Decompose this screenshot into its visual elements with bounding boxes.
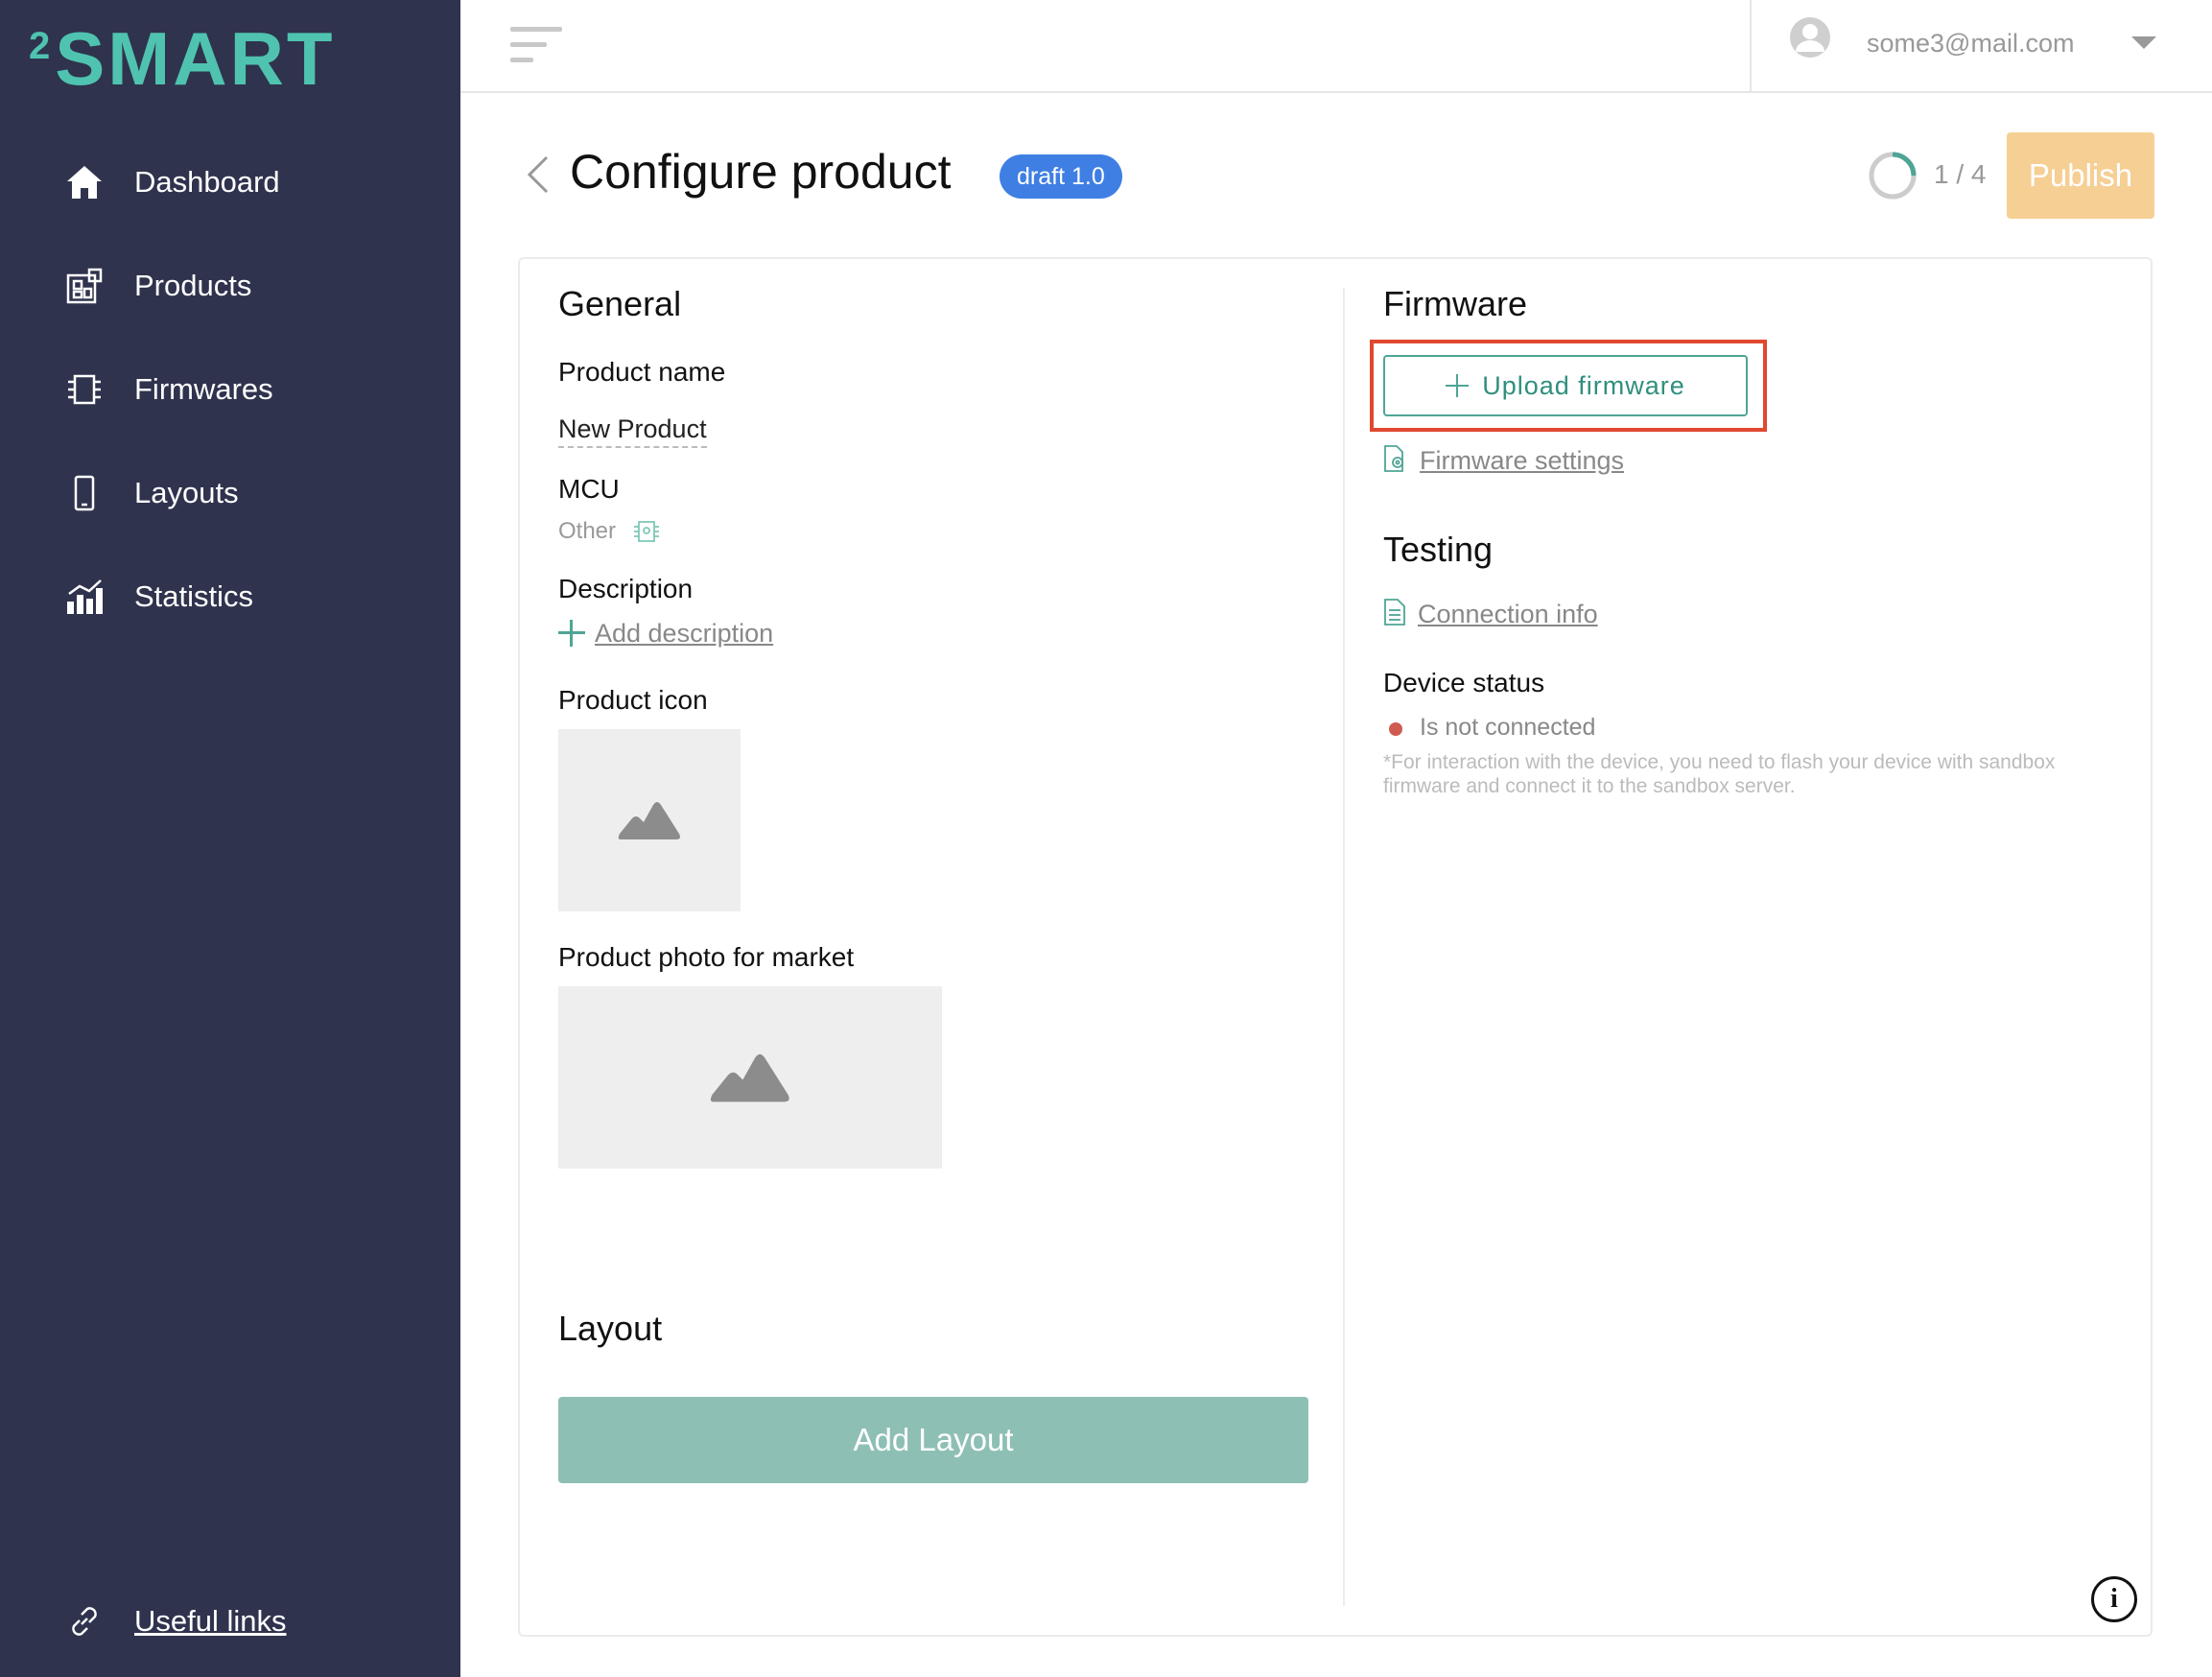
topbar: some3@mail.com (460, 0, 2212, 93)
plus-icon (1446, 374, 1470, 397)
testing-title: Testing (1383, 530, 1494, 569)
description-label: Description (558, 574, 694, 603)
sidebar: 2SMART Dashboard Products Firmwares Layo… (0, 0, 460, 1677)
general-title: General (558, 284, 682, 323)
add-layout-button[interactable]: Add Layout (558, 1397, 1308, 1483)
settings-file-icon (1383, 444, 1408, 478)
sidebar-item-label: Products (134, 269, 252, 302)
upload-firmware-button[interactable]: Upload firmware (1383, 355, 1748, 416)
status-dot-icon (1389, 722, 1402, 736)
upload-firmware-label: Upload firmware (1482, 370, 1685, 400)
link-icon (65, 1602, 104, 1641)
sidebar-item-label: Dashboard (134, 165, 280, 199)
device-status-value: Is not connected (1420, 714, 1596, 741)
product-photo-label: Product photo for market (558, 942, 855, 972)
firmware-settings-label: Firmware settings (1420, 445, 1625, 475)
useful-links-label: Useful links (134, 1604, 287, 1638)
sidebar-item-label: Firmwares (134, 372, 273, 406)
product-name-label: Product name (558, 357, 726, 387)
chip-icon (65, 370, 104, 409)
image-placeholder-icon (618, 802, 680, 839)
connection-info-link[interactable]: Connection info (1383, 595, 1598, 633)
useful-links[interactable]: Useful links (0, 1583, 460, 1660)
column-divider (1343, 288, 1345, 1606)
add-description-link[interactable]: Add description (558, 616, 773, 650)
chevron-down-icon[interactable] (2131, 36, 2156, 49)
progress-counter: 1 / 4 (1934, 159, 1987, 189)
menu-toggle-icon[interactable] (510, 27, 564, 65)
device-status-note: *For interaction with the device, you ne… (1383, 751, 2056, 797)
layout-title: Layout (558, 1309, 663, 1348)
bar-chart-icon (65, 578, 104, 616)
mcu-label: MCU (558, 474, 620, 504)
mcu-value: Other (558, 518, 617, 544)
products-icon (65, 267, 104, 305)
user-menu[interactable]: some3@mail.com (1750, 0, 2212, 93)
sidebar-item-dashboard[interactable]: Dashboard (0, 144, 460, 221)
device-status-label: Device status (1383, 668, 1545, 697)
sidebar-item-label: Layouts (134, 476, 239, 509)
product-icon-label: Product icon (558, 685, 708, 715)
back-icon[interactable] (524, 154, 553, 196)
logo[interactable]: 2SMART (29, 21, 336, 96)
sidebar-item-layouts[interactable]: Layouts (0, 455, 460, 531)
sidebar-item-label: Statistics (134, 579, 254, 613)
firmware-settings-link[interactable]: Firmware settings (1383, 441, 1624, 480)
sidebar-item-statistics[interactable]: Statistics (0, 558, 460, 635)
avatar-icon (1790, 17, 1830, 58)
product-photo-upload[interactable] (558, 986, 942, 1169)
user-email: some3@mail.com (1867, 29, 2075, 58)
connection-info-label: Connection info (1418, 599, 1598, 628)
home-icon (65, 163, 104, 201)
firmware-title: Firmware (1383, 284, 1527, 323)
image-placeholder-icon (710, 1053, 789, 1102)
status-badge: draft 1.0 (1000, 154, 1122, 199)
product-name-field[interactable]: New Product (558, 414, 707, 448)
sidebar-item-products[interactable]: Products (0, 248, 460, 324)
page-title: Configure product (570, 145, 952, 199)
progress-ring-icon (1867, 150, 1918, 201)
document-icon (1383, 598, 1406, 631)
plus-icon (558, 620, 585, 647)
product-icon-upload[interactable] (558, 729, 741, 911)
phone-icon (65, 474, 104, 512)
add-description-label: Add description (595, 618, 774, 648)
sidebar-item-firmwares[interactable]: Firmwares (0, 351, 460, 428)
mcu-chip-icon (633, 520, 660, 543)
publish-button[interactable]: Publish (2007, 132, 2154, 219)
info-icon[interactable]: i (2091, 1576, 2137, 1622)
